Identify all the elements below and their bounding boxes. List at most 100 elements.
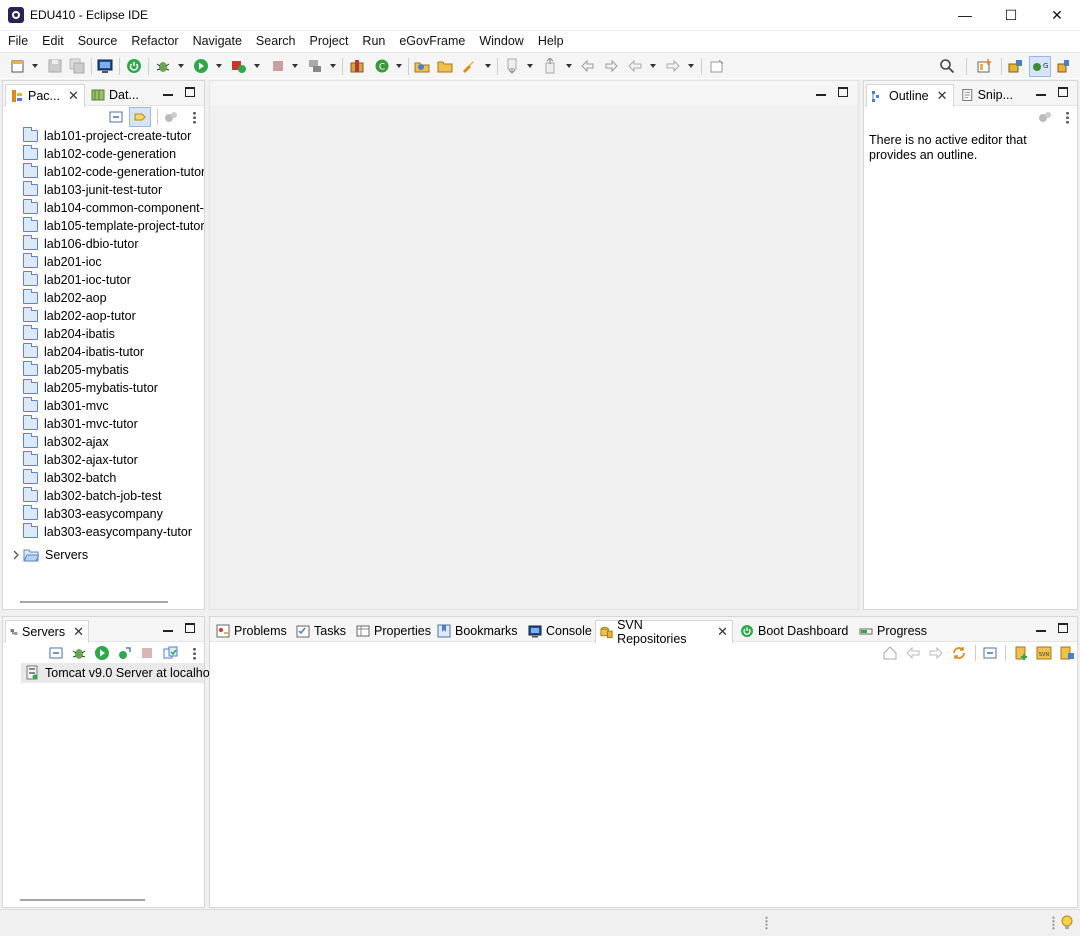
open-folder-icon[interactable] <box>437 58 453 74</box>
new-class-icon[interactable]: C <box>374 58 390 74</box>
maximize-icon[interactable] <box>185 87 195 97</box>
tree-item-project[interactable]: lab101-project-create-tutor <box>23 127 191 145</box>
stop-server-icon[interactable] <box>140 646 154 660</box>
tree-item-project[interactable]: lab102-code-generation <box>23 145 176 163</box>
tab-bookmarks[interactable]: Bookmarks <box>433 620 522 642</box>
focus-task-icon[interactable] <box>164 110 178 124</box>
tree-item-project[interactable]: lab301-mvc <box>23 397 109 415</box>
minimize-icon[interactable] <box>816 86 826 96</box>
tree-item-project[interactable]: lab201-ioc <box>23 253 102 271</box>
maximize-icon[interactable] <box>1058 623 1068 633</box>
save-all-icon[interactable] <box>69 58 85 74</box>
forward-history-icon[interactable] <box>603 58 619 74</box>
view-menu-icon[interactable] <box>193 111 196 124</box>
tab-snippets[interactable]: Snip... <box>957 84 1017 106</box>
forward-arrow-icon[interactable] <box>928 645 944 661</box>
debug-server-icon[interactable] <box>71 645 87 661</box>
svn-import-icon[interactable]: SVN <box>1036 645 1052 661</box>
tree-item-project[interactable]: lab104-common-component- <box>23 199 204 217</box>
tree-item-servers[interactable]: Servers <box>23 546 88 564</box>
new-file-icon[interactable] <box>10 58 26 74</box>
server-entry-tomcat[interactable]: Tomcat v9.0 Server at localho <box>25 664 210 682</box>
search-flashlight-icon[interactable] <box>460 58 476 74</box>
start-server-icon[interactable] <box>94 645 110 661</box>
minimize-icon[interactable] <box>163 86 173 96</box>
terminal-icon[interactable] <box>97 58 113 74</box>
profile-server-icon[interactable] <box>117 645 133 661</box>
menu-file[interactable]: File <box>0 31 35 51</box>
egovframe-perspective-icon[interactable]: G <box>1032 58 1048 74</box>
tab-package-explorer[interactable]: Pac... ✕ <box>5 84 85 107</box>
menu-project[interactable]: Project <box>303 31 356 51</box>
package-icon[interactable] <box>349 58 365 74</box>
maximize-icon[interactable] <box>1058 87 1068 97</box>
run-icon[interactable] <box>193 58 209 74</box>
view-menu-icon[interactable] <box>1066 111 1069 124</box>
publish-icon[interactable] <box>163 645 179 661</box>
close-window-button[interactable]: ✕ <box>1034 0 1080 30</box>
new-repository-location-icon[interactable] <box>1013 645 1029 661</box>
chevron-down-icon[interactable] <box>527 64 533 68</box>
minimize-button[interactable]: — <box>942 0 988 30</box>
close-icon[interactable]: ✕ <box>73 624 84 640</box>
link-with-editor-icon[interactable] <box>133 110 147 124</box>
maximize-icon[interactable] <box>185 623 195 633</box>
tree-item-project[interactable]: lab201-ioc-tutor <box>23 271 131 289</box>
stop-icon[interactable] <box>270 58 286 74</box>
chevron-down-icon[interactable] <box>254 64 260 68</box>
tree-item-project[interactable]: lab106-dbio-tutor <box>23 235 139 253</box>
tree-item-project[interactable]: lab102-code-generation-tutor <box>23 163 204 181</box>
tree-item-project[interactable]: lab103-junit-test-tutor <box>23 181 162 199</box>
menu-refactor[interactable]: Refactor <box>124 31 185 51</box>
chevron-down-icon[interactable] <box>330 64 336 68</box>
menu-edit[interactable]: Edit <box>35 31 71 51</box>
menu-egovframe[interactable]: eGovFrame <box>392 31 472 51</box>
tree-item-project[interactable]: lab204-ibatis-tutor <box>23 343 144 361</box>
open-type-icon[interactable] <box>414 58 430 74</box>
tab-outline[interactable]: Outline ✕ <box>866 84 954 107</box>
menu-run[interactable]: Run <box>355 31 392 51</box>
chevron-down-icon[interactable] <box>292 64 298 68</box>
menu-navigate[interactable]: Navigate <box>186 31 249 51</box>
menu-source[interactable]: Source <box>71 31 125 51</box>
tree-item-project[interactable]: lab302-batch-job-test <box>23 487 161 505</box>
tree-item-project[interactable]: lab303-easycompany-tutor <box>23 523 192 541</box>
open-perspective-icon[interactable] <box>977 58 993 74</box>
save-icon[interactable] <box>47 58 63 74</box>
tab-properties[interactable]: Properties <box>352 620 435 642</box>
tree-item-project[interactable]: lab302-ajax-tutor <box>23 451 138 469</box>
maximize-button[interactable]: ☐ <box>988 0 1034 30</box>
collapse-all-icon[interactable] <box>49 646 63 660</box>
tree-item-project[interactable]: lab105-template-project-tutor <box>23 217 204 235</box>
view-menu-icon[interactable] <box>193 647 196 660</box>
tab-problems[interactable]: Problems <box>212 620 291 642</box>
chevron-down-icon[interactable] <box>216 64 222 68</box>
chevron-down-icon[interactable] <box>650 64 656 68</box>
chevron-down-icon[interactable] <box>566 64 572 68</box>
tab-data-source-explorer[interactable]: Dat... <box>87 84 143 106</box>
collapse-all-icon[interactable] <box>109 110 123 124</box>
tree-item-project[interactable]: lab302-batch <box>23 469 116 487</box>
checkout-icon[interactable] <box>1059 645 1075 661</box>
refresh-icon[interactable] <box>951 645 967 661</box>
lightbulb-tip-icon[interactable] <box>1060 914 1074 932</box>
chevron-right-icon[interactable] <box>11 549 21 561</box>
chevron-down-icon[interactable] <box>32 64 38 68</box>
chevron-down-icon[interactable] <box>178 64 184 68</box>
tree-item-project[interactable]: lab301-mvc-tutor <box>23 415 138 433</box>
debug-bug-icon[interactable] <box>155 58 171 74</box>
menu-search[interactable]: Search <box>249 31 303 51</box>
minimize-icon[interactable] <box>1036 622 1046 632</box>
chevron-down-icon[interactable] <box>396 64 402 68</box>
tree-item-project[interactable]: lab302-ajax <box>23 433 109 451</box>
power-start-icon[interactable] <box>126 58 142 74</box>
server-icon[interactable] <box>307 58 323 74</box>
collapse-all-icon[interactable] <box>983 646 997 660</box>
next-annotation-icon[interactable] <box>505 58 521 74</box>
tab-svn-repositories[interactable]: SVN Repositories ✕ <box>595 618 733 646</box>
tree-item-project[interactable]: lab202-aop <box>23 289 107 307</box>
forward-arrow-icon[interactable] <box>665 58 681 74</box>
close-icon[interactable]: ✕ <box>937 88 948 104</box>
chevron-down-icon[interactable] <box>485 64 491 68</box>
minimize-icon[interactable] <box>163 622 173 632</box>
